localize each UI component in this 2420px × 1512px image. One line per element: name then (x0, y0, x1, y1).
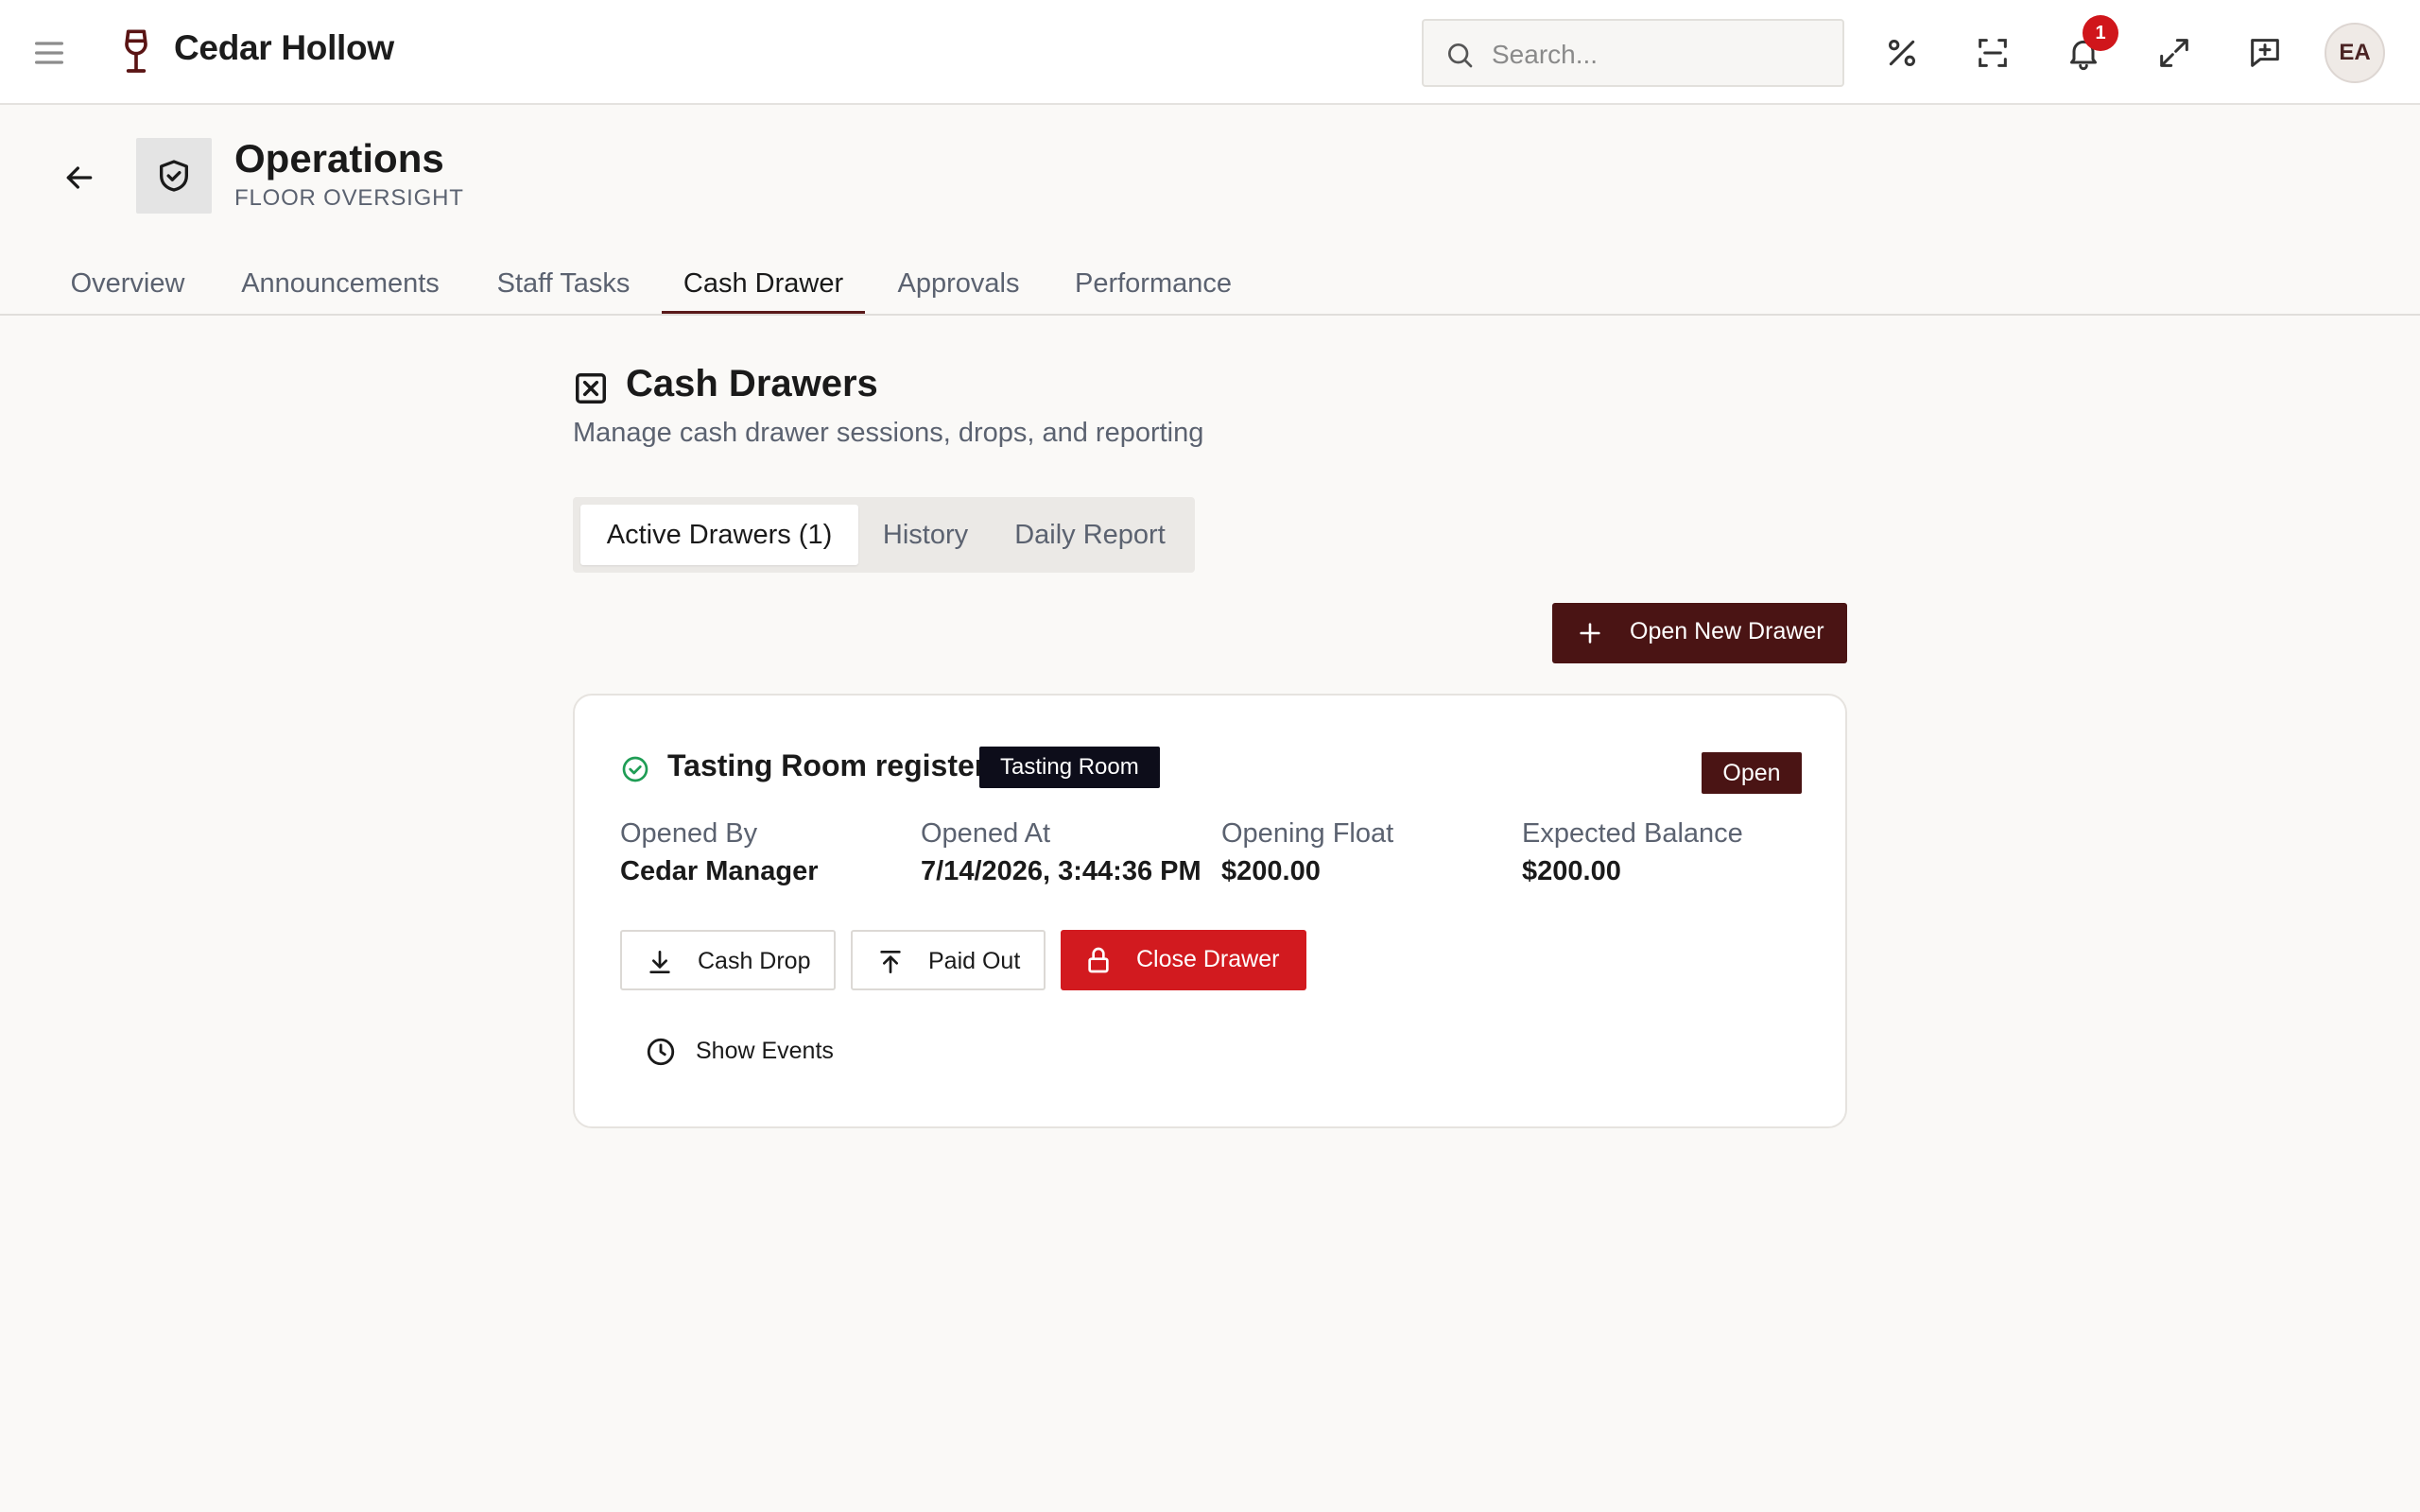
download-icon (649, 951, 670, 973)
tab-staff-tasks[interactable]: Staff Tasks (478, 257, 648, 314)
status-badge: Open (1702, 752, 1802, 794)
paid-out-button[interactable]: Paid Out (851, 930, 1046, 990)
wine-glass-icon (117, 28, 155, 76)
expected-balance-value: $200.00 (1522, 856, 1621, 886)
tab-announcements[interactable]: Announcements (227, 257, 454, 314)
top-bar: Cedar Hollow Search... 1 EA (0, 0, 2420, 105)
notification-badge: 1 (2083, 15, 2118, 51)
open-new-drawer-button[interactable]: Open New Drawer (1552, 603, 1847, 663)
subtab-history[interactable]: History (864, 505, 987, 565)
search-input[interactable]: Search... (1492, 40, 1598, 70)
shield-check-icon (160, 160, 188, 192)
section-subtitle: Manage cash drawer sessions, drops, and … (573, 418, 1204, 448)
header-icon-tile (136, 138, 212, 214)
tab-cash-drawer[interactable]: Cash Drawer (662, 257, 865, 314)
arrow-left-icon[interactable] (60, 159, 98, 197)
percent-icon[interactable] (1883, 34, 1921, 72)
subtab-active-drawers[interactable]: Active Drawers (1) (580, 505, 858, 565)
expand-icon[interactable] (2155, 34, 2193, 72)
tab-approvals[interactable]: Approvals (885, 257, 1032, 314)
drawer-card: Tasting Room register Tasting Room Open … (573, 694, 1847, 1128)
user-avatar[interactable]: EA (2325, 23, 2385, 83)
close-drawer-button[interactable]: Close Drawer (1061, 930, 1306, 990)
open-new-drawer-label: Open New Drawer (1630, 618, 1824, 644)
show-events-button[interactable]: Show Events (645, 1021, 872, 1081)
brand-name: Cedar Hollow (174, 28, 394, 67)
main-tabs: Overview Announcements Staff Tasks Cash … (0, 246, 2420, 316)
drawer-name: Tasting Room register (667, 748, 987, 782)
plus-icon (1580, 623, 1600, 644)
scan-icon[interactable] (1974, 34, 2012, 72)
page-subtitle: FLOOR OVERSIGHT (234, 185, 464, 211)
tab-overview[interactable]: Overview (53, 257, 202, 314)
section-title: Cash Drawers (626, 363, 878, 404)
check-circle-icon (620, 754, 650, 784)
opened-by-value: Cedar Manager (620, 856, 819, 886)
drawer-subtabs: Active Drawers (1) History Daily Report (573, 497, 1195, 573)
location-tag: Tasting Room (979, 747, 1160, 788)
menu-icon[interactable] (30, 34, 68, 72)
search-icon (1444, 40, 1475, 70)
cash-drop-label: Cash Drop (698, 948, 811, 974)
paid-out-label: Paid Out (928, 948, 1021, 974)
cash-drop-button[interactable]: Cash Drop (620, 930, 836, 990)
subtab-daily-report[interactable]: Daily Report (993, 505, 1187, 565)
close-drawer-label: Close Drawer (1136, 946, 1280, 972)
show-events-label: Show Events (696, 1038, 834, 1064)
expected-balance-label: Expected Balance (1522, 818, 1743, 849)
opened-at-value: 7/14/2026, 3:44:36 PM (921, 856, 1201, 886)
opening-float-label: Opening Float (1221, 818, 1394, 849)
opened-at-label: Opened At (921, 818, 1051, 849)
feedback-icon[interactable] (2246, 34, 2284, 72)
opening-float-value: $200.00 (1221, 856, 1321, 886)
upload-icon (880, 951, 901, 973)
clock-icon (647, 1038, 675, 1066)
tab-performance[interactable]: Performance (1061, 257, 1246, 314)
opened-by-label: Opened By (620, 818, 758, 849)
lock-icon (1088, 947, 1109, 973)
cash-drawer-icon (573, 370, 609, 406)
search-box[interactable]: Search... (1422, 19, 1844, 87)
page-title: Operations (234, 136, 444, 180)
